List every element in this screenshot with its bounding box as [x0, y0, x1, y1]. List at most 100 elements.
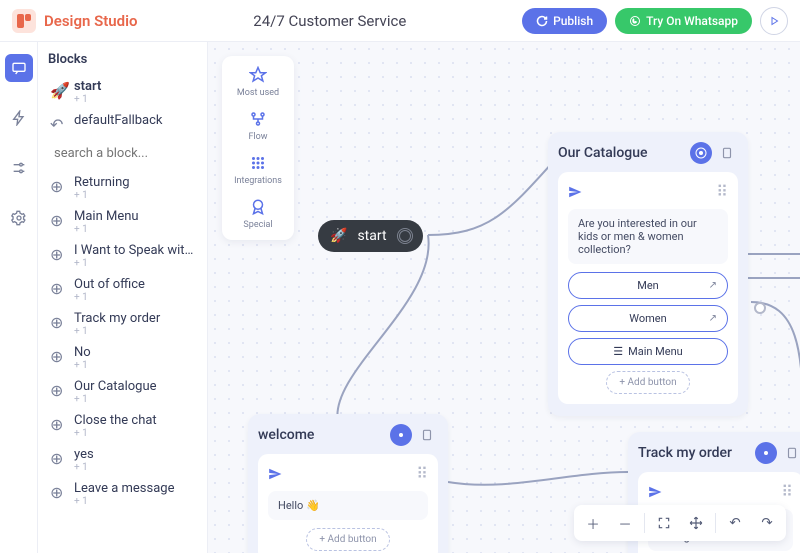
- rail-sliders-icon[interactable]: [5, 154, 33, 182]
- zoom-in-button[interactable]: ＋: [578, 509, 608, 537]
- publish-button[interactable]: Publish: [522, 8, 607, 34]
- block-item[interactable]: ⊕ Close the chat + 1: [48, 409, 197, 443]
- whatsapp-icon[interactable]: [390, 424, 412, 446]
- rail-chat-icon[interactable]: [5, 54, 33, 82]
- drag-handle-icon[interactable]: ⠿: [781, 482, 793, 501]
- block-label: I Want to Speak with Y…: [74, 243, 195, 258]
- palette-label: Most used: [237, 88, 279, 98]
- whatsapp-icon[interactable]: [755, 442, 777, 464]
- block-item[interactable]: ⊕ Out of office + 1: [48, 273, 197, 307]
- block-label: Close the chat: [74, 413, 195, 428]
- block-item[interactable]: ⊕ Our Catalogue + 1: [48, 375, 197, 409]
- option-main-menu-button[interactable]: ☰ Main Menu: [568, 338, 728, 365]
- node-title: Track my order: [638, 445, 732, 461]
- left-rail: [0, 42, 38, 553]
- node-start[interactable]: 🚀 start: [318, 220, 423, 252]
- node-our-catalogue[interactable]: Our Catalogue ⠿ Are you interested in ou…: [548, 132, 748, 416]
- node-welcome[interactable]: welcome ⠿ Hello 👋 + Add button: [248, 414, 448, 553]
- chevron-icon: ↗: [709, 280, 717, 291]
- block-label: yes: [74, 447, 195, 462]
- option-men-button[interactable]: Men↗: [568, 272, 728, 299]
- send-icon: [568, 185, 582, 199]
- block-icon: ⊕: [50, 449, 66, 468]
- output-port[interactable]: [397, 228, 413, 244]
- option-label: Main Menu: [628, 345, 683, 358]
- palette-label: Integrations: [234, 176, 282, 186]
- option-label: Women: [629, 312, 666, 325]
- send-icon: [648, 485, 662, 499]
- block-icon: ⊕: [50, 483, 66, 502]
- grid-icon: [249, 154, 267, 172]
- block-sub: + 1: [74, 224, 195, 235]
- block-icon: ⊕: [50, 381, 66, 400]
- flow-canvas[interactable]: Most used Flow Integrations Special 🚀 st…: [208, 42, 800, 553]
- note-icon[interactable]: [716, 142, 738, 164]
- search-input[interactable]: [54, 146, 208, 161]
- palette-label: Special: [243, 220, 272, 230]
- block-label: Main Menu: [74, 209, 195, 224]
- add-button[interactable]: + Add button: [606, 371, 689, 394]
- preview-play-button[interactable]: [760, 7, 788, 35]
- flow-icon: [249, 110, 267, 128]
- block-item[interactable]: ⊕ Returning + 1: [48, 171, 197, 205]
- note-icon[interactable]: [781, 442, 800, 464]
- palette-flow[interactable]: Flow: [226, 110, 290, 142]
- block-sub: + 1: [74, 462, 195, 473]
- blocks-sidebar: Blocks 🚀 start + 1 ↶ defaultFallback ⊕ R…: [38, 42, 208, 553]
- drag-handle-icon[interactable]: ⠿: [416, 464, 428, 483]
- block-icon: ⊕: [50, 313, 66, 332]
- fit-button[interactable]: [649, 509, 679, 537]
- undo-button[interactable]: ↶: [720, 509, 750, 537]
- block-icon: ⊕: [50, 211, 66, 230]
- chevron-icon: ↗: [709, 313, 717, 324]
- zoom-out-button[interactable]: －: [610, 509, 640, 537]
- block-item[interactable]: ⊕ No + 1: [48, 341, 197, 375]
- block-sub: + 1: [74, 496, 195, 507]
- block-sub: + 1: [74, 326, 195, 337]
- menu-icon: ☰: [613, 345, 623, 358]
- play-icon: [768, 15, 780, 27]
- block-sub: + 1: [74, 94, 195, 105]
- rocket-icon: 🚀: [330, 228, 347, 244]
- block-sub: + 1: [74, 190, 195, 201]
- drag-handle-icon[interactable]: ⠿: [716, 182, 728, 201]
- separator: [715, 513, 716, 533]
- page-title: 24/7 Customer Service: [138, 12, 523, 30]
- rail-bolt-icon[interactable]: [5, 104, 33, 132]
- refresh-icon: [536, 15, 548, 27]
- separator: [644, 513, 645, 533]
- block-item-start[interactable]: 🚀 start + 1: [48, 75, 197, 109]
- output-port[interactable]: [754, 302, 766, 314]
- block-label: Our Catalogue: [74, 379, 195, 394]
- add-button[interactable]: + Add button: [306, 528, 389, 551]
- block-item[interactable]: ⊕ yes + 1: [48, 443, 197, 477]
- palette-integrations[interactable]: Integrations: [226, 154, 290, 186]
- block-item[interactable]: ⊕ Leave a message + 1: [48, 477, 197, 511]
- palette-most-used[interactable]: Most used: [226, 66, 290, 98]
- node-title: welcome: [258, 427, 314, 443]
- block-item[interactable]: ⊕ Main Menu + 1: [48, 205, 197, 239]
- rail-settings-icon[interactable]: [5, 204, 33, 232]
- undo-icon: ↶: [50, 115, 66, 134]
- message-text: Are you interested in our kids or men & …: [568, 209, 728, 264]
- block-item[interactable]: ⊕ I Want to Speak with Y… + 1: [48, 239, 197, 273]
- whatsapp-icon: [629, 15, 641, 27]
- pan-button[interactable]: [681, 509, 711, 537]
- block-item[interactable]: ⊕ Track my order + 1: [48, 307, 197, 341]
- block-label: defaultFallback: [74, 113, 195, 128]
- block-label: Track my order: [74, 311, 195, 326]
- block-icon: ⊕: [50, 415, 66, 434]
- whatsapp-icon[interactable]: [690, 142, 712, 164]
- brand-name: Design Studio: [44, 12, 138, 30]
- try-whatsapp-label: Try On Whatsapp: [646, 14, 738, 28]
- redo-button[interactable]: ↷: [752, 509, 782, 537]
- try-whatsapp-button[interactable]: Try On Whatsapp: [615, 8, 752, 34]
- palette-special[interactable]: Special: [226, 198, 290, 230]
- block-icon: ⊕: [50, 177, 66, 196]
- top-bar: Design Studio 24/7 Customer Service Publ…: [0, 0, 800, 42]
- message-text: Hello 👋: [268, 491, 428, 520]
- block-item-default-fallback[interactable]: ↶ defaultFallback: [48, 109, 197, 138]
- note-icon[interactable]: [416, 424, 438, 446]
- rocket-icon: 🚀: [50, 81, 66, 100]
- option-women-button[interactable]: Women ↗: [568, 305, 728, 332]
